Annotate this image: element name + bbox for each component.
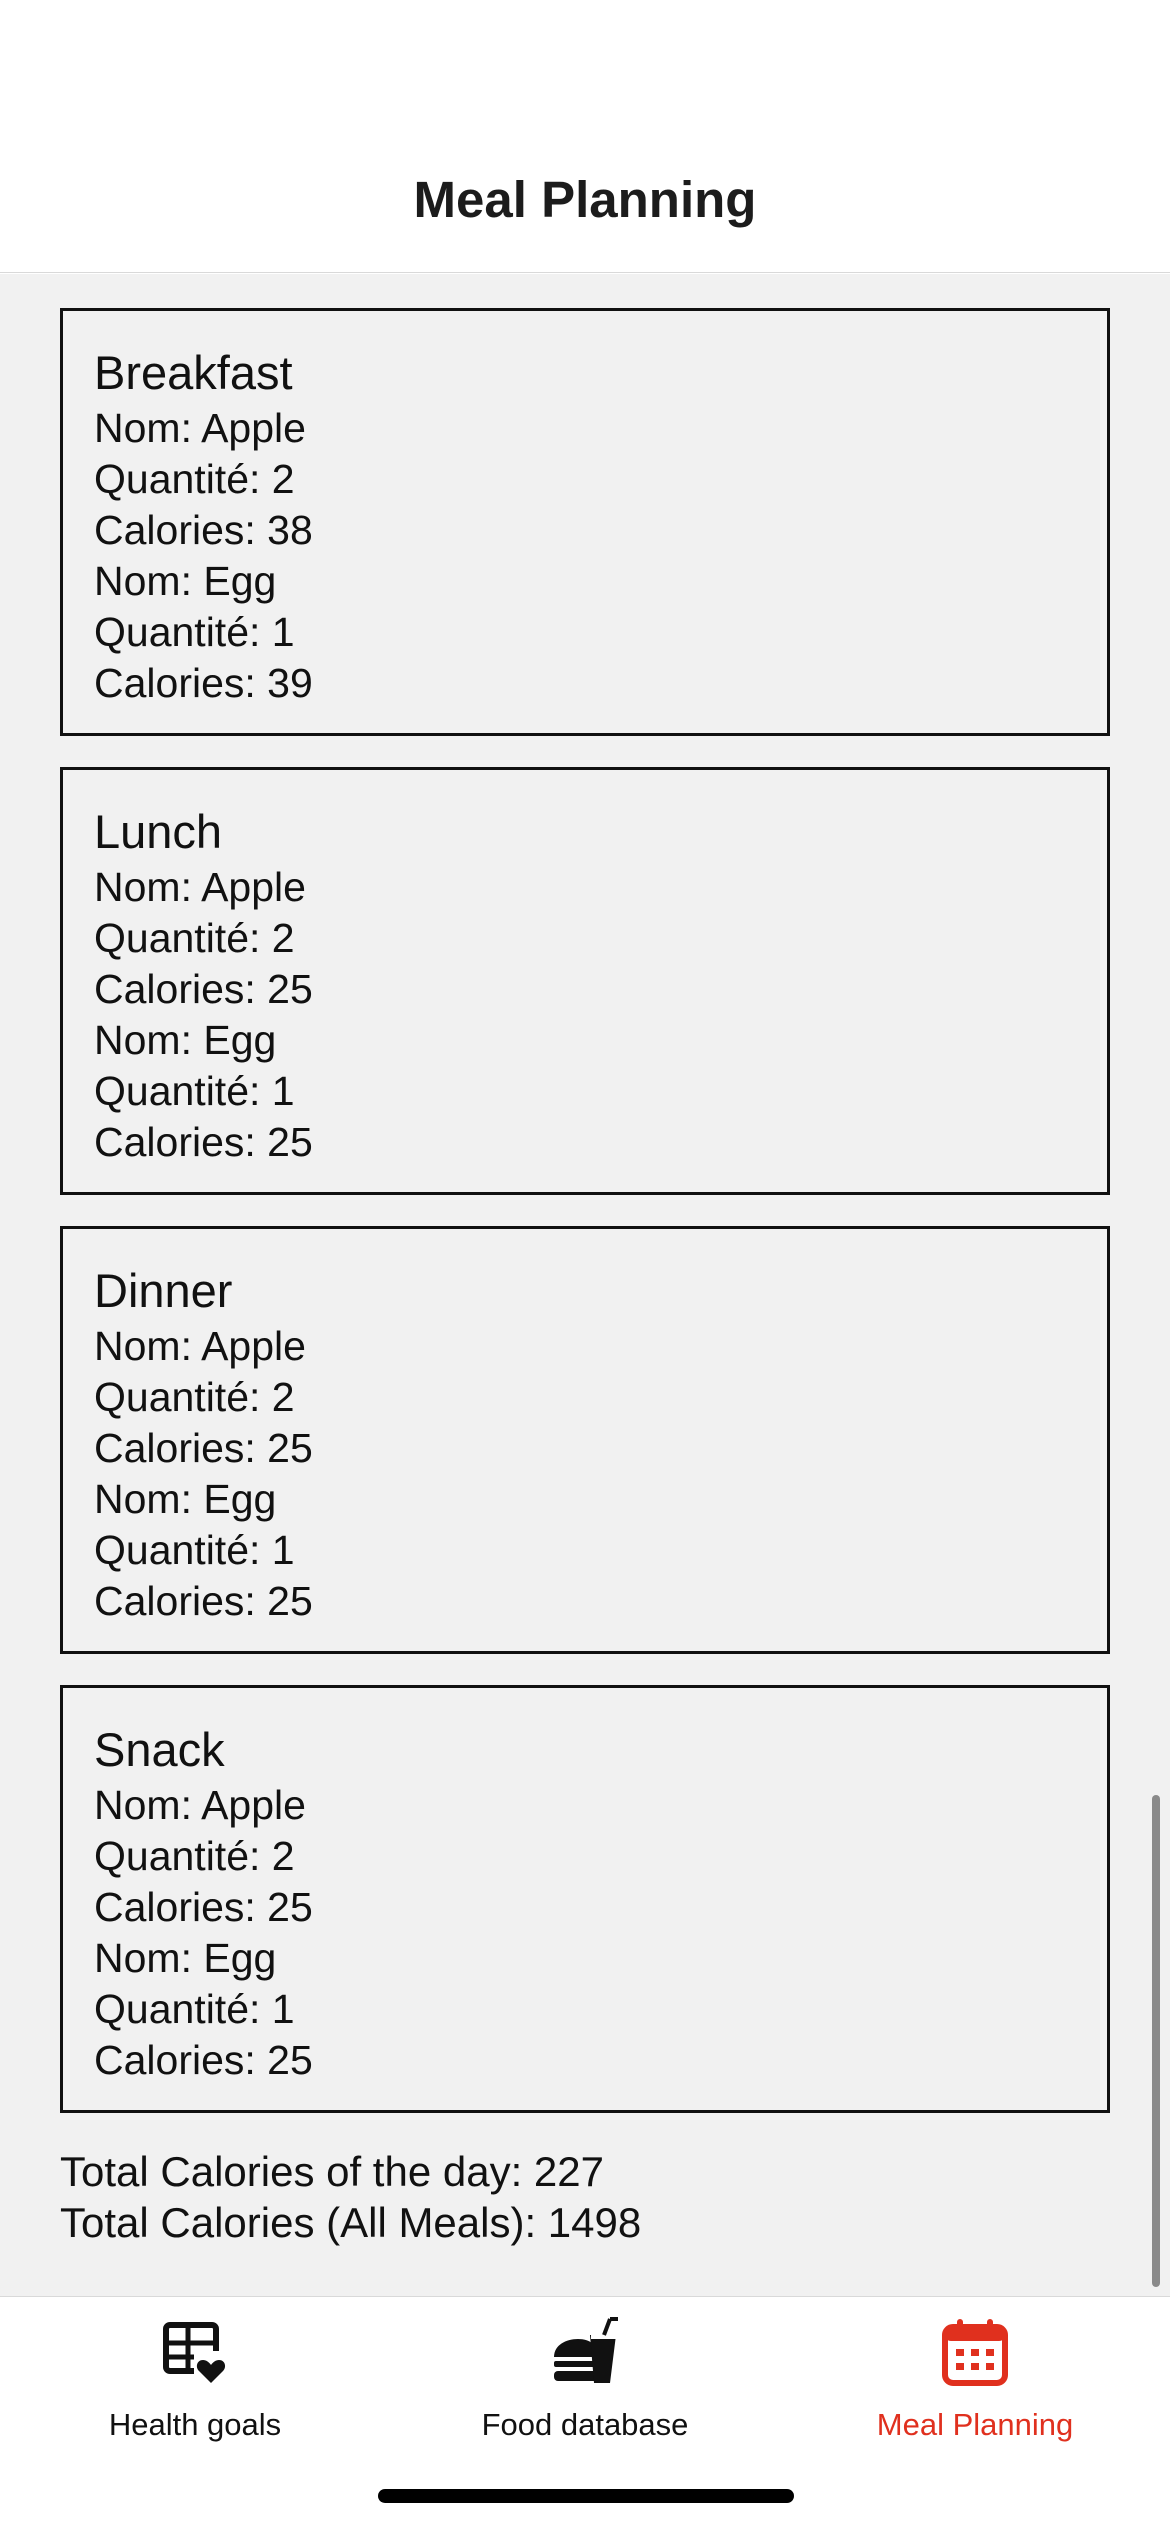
- meal-item-name: Nom: Apple: [94, 1323, 306, 1369]
- meal-item-calories: Calories: 25: [94, 1119, 313, 1165]
- meal-card-lunch: Lunch Nom: Apple Quantité: 2 Calories: 2…: [60, 767, 1110, 1195]
- meal-title: Lunch: [94, 805, 223, 858]
- meal-item-quantity: Quantité: 1: [94, 609, 295, 655]
- meal-item-name: Nom: Egg: [94, 1017, 277, 1063]
- tab-food-database[interactable]: Food database: [390, 2297, 780, 2467]
- total-calories-day: Total Calories of the day: 227: [60, 2148, 604, 2195]
- tab-label: Health goals: [108, 2407, 282, 2442]
- meal-title: Breakfast: [94, 346, 293, 399]
- meal-card-snack: Snack Nom: Apple Quantité: 2 Calories: 2…: [60, 1685, 1110, 2113]
- calendar-icon: [942, 2319, 1008, 2386]
- meal-item-quantity: Quantité: 2: [94, 1833, 295, 1879]
- meal-item-name: Nom: Apple: [94, 864, 306, 910]
- tab-label: Meal Planning: [876, 2407, 1074, 2442]
- meal-item-calories: Calories: 25: [94, 1578, 313, 1624]
- calorie-totals: Total Calories of the day: 227 Total Cal…: [60, 2146, 641, 2248]
- nav-header: Meal Planning: [0, 0, 1170, 273]
- meal-item-calories: Calories: 38: [94, 507, 313, 553]
- tab-meal-planning[interactable]: Meal Planning: [780, 2297, 1170, 2467]
- scrollbar[interactable]: [1152, 1795, 1160, 2287]
- health-goals-icon: [163, 2322, 228, 2385]
- meal-item-quantity: Quantité: 2: [94, 456, 295, 502]
- meal-item-quantity: Quantité: 1: [94, 1527, 295, 1573]
- meal-card-dinner: Dinner Nom: Apple Quantité: 2 Calories: …: [60, 1226, 1110, 1654]
- meal-item-quantity: Quantité: 1: [94, 1068, 295, 1114]
- total-calories-all-meals: Total Calories (All Meals): 1498: [60, 2199, 642, 2246]
- meal-item-calories: Calories: 25: [94, 1884, 313, 1930]
- food-database-icon: [554, 2317, 618, 2383]
- tab-health-goals[interactable]: Health goals: [0, 2297, 390, 2467]
- meal-item-quantity: Quantité: 2: [94, 915, 295, 961]
- meal-item-quantity: Quantité: 2: [94, 1374, 295, 1420]
- tab-label: Food database: [481, 2407, 689, 2442]
- meal-list[interactable]: Breakfast Nom: Apple Quantité: 2 Calorie…: [0, 274, 1170, 2296]
- meal-item-calories: Calories: 25: [94, 2037, 313, 2083]
- meal-item-calories: Calories: 25: [94, 966, 313, 1012]
- meal-item-calories: Calories: 39: [94, 660, 313, 706]
- meal-item-name: Nom: Egg: [94, 1476, 277, 1522]
- meal-item-calories: Calories: 25: [94, 1425, 313, 1471]
- meal-item-name: Nom: Egg: [94, 1935, 277, 1981]
- home-indicator[interactable]: [378, 2489, 794, 2503]
- meal-card-breakfast: Breakfast Nom: Apple Quantité: 2 Calorie…: [60, 308, 1110, 736]
- meal-title: Snack: [94, 1723, 225, 1776]
- meal-item-name: Nom: Apple: [94, 1782, 306, 1828]
- meal-item-quantity: Quantité: 1: [94, 1986, 295, 2032]
- meal-item-name: Nom: Egg: [94, 558, 277, 604]
- meal-title: Dinner: [94, 1264, 233, 1317]
- meal-item-name: Nom: Apple: [94, 405, 306, 451]
- page-title: Meal Planning: [413, 171, 757, 228]
